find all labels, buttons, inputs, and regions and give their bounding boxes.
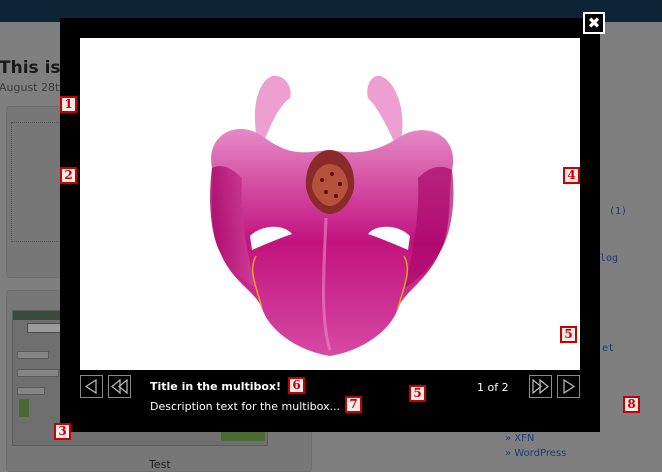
close-button[interactable]: ✖ [583, 12, 605, 34]
annotation-marker: 5 [409, 385, 426, 402]
annotation-marker: 7 [345, 396, 362, 413]
next-icon [563, 378, 576, 395]
next-button[interactable] [557, 375, 580, 398]
annotation-marker: 2 [60, 167, 77, 184]
rewind-icon [111, 378, 128, 395]
fast-forward-icon [532, 378, 549, 395]
close-icon: ✖ [587, 14, 601, 32]
multibox-title: Title in the multibox! [150, 380, 282, 393]
multibox-dialog: Title in the multibox! Description text … [60, 18, 600, 432]
multibox-image [80, 38, 580, 370]
screenshot-row [17, 351, 49, 359]
image-counter: 1 of 2 [477, 381, 509, 394]
sidebar-text: et [602, 343, 615, 354]
screenshot-block [19, 399, 29, 417]
annotation-marker: 6 [288, 377, 305, 394]
orchid-image [210, 75, 454, 356]
last-button[interactable] [529, 375, 552, 398]
multibox-description: Description text for the multibox... [150, 400, 341, 413]
annotation-marker: 8 [623, 396, 640, 413]
screenshot-row [17, 387, 45, 395]
first-button[interactable] [108, 375, 131, 398]
sidebar-link-xfn[interactable]: » XFN [505, 433, 534, 444]
annotation-marker: 4 [563, 167, 580, 184]
annotation-marker: 1 [60, 96, 77, 113]
annotation-marker: 3 [54, 423, 71, 440]
previous-icon [84, 378, 97, 395]
sidebar-count: (1) [609, 206, 628, 217]
thumbnail-caption: Test [149, 458, 171, 471]
annotation-marker: 5 [560, 326, 577, 343]
screenshot-row [17, 369, 59, 377]
sidebar-text: log [600, 253, 619, 264]
previous-button[interactable] [80, 375, 103, 398]
sidebar-link-wordpress[interactable]: » WordPress [505, 448, 566, 459]
